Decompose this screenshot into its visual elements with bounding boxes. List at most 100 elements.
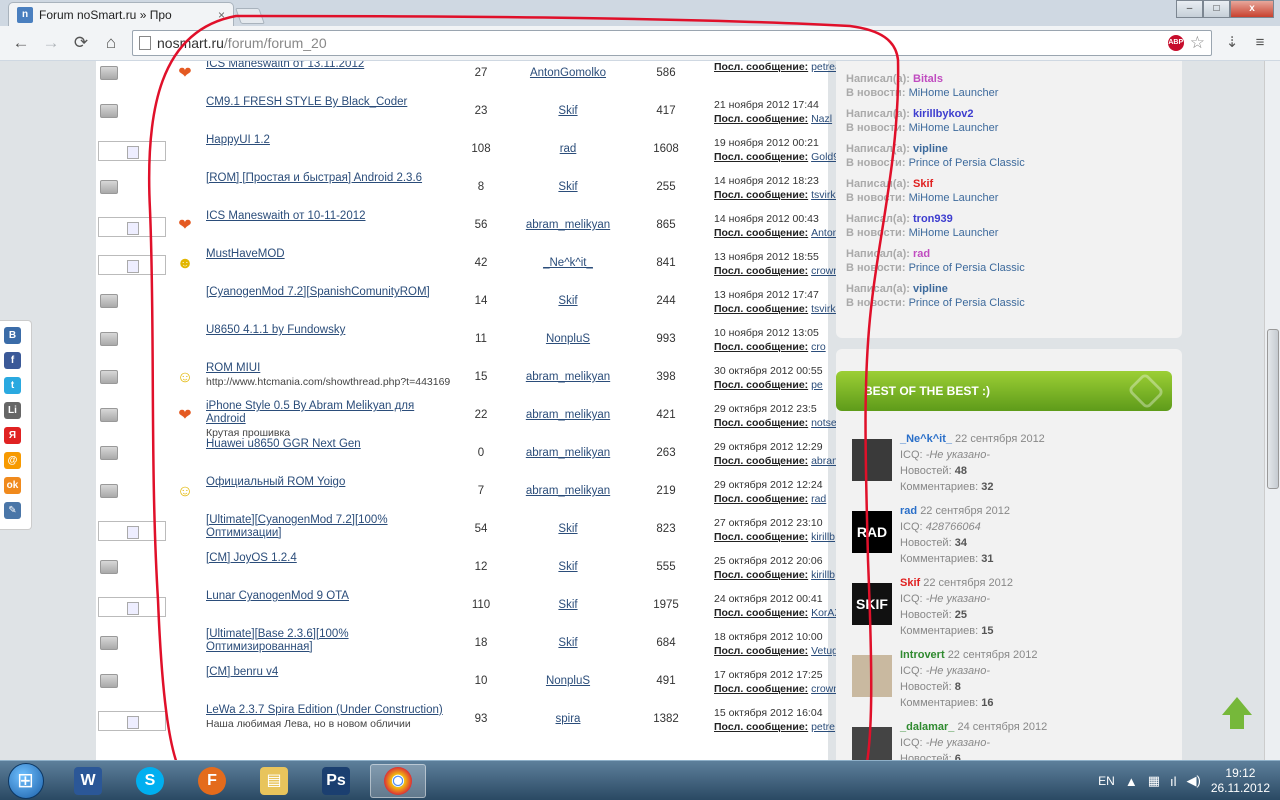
- forward-button[interactable]: →: [38, 30, 64, 56]
- last-post-user-link[interactable]: Nazl: [811, 113, 832, 125]
- topic-author-link[interactable]: NonpluS: [508, 675, 628, 687]
- topic-author-link[interactable]: abram_melikyan: [508, 447, 628, 459]
- back-button[interactable]: ←: [8, 30, 34, 56]
- odnoklassniki-icon[interactable]: ok: [4, 477, 21, 494]
- new-tab-button[interactable]: [235, 8, 265, 24]
- last-post-label[interactable]: Посл. сообщение:: [714, 569, 808, 581]
- topic-author-link[interactable]: NonpluS: [508, 333, 628, 345]
- topic-author-link[interactable]: rad: [508, 143, 628, 155]
- topic-link[interactable]: ICS Maneswaith от 10-11-2012: [206, 210, 366, 222]
- user-avatar[interactable]: SKIF: [852, 583, 892, 625]
- tab-close-icon[interactable]: ×: [218, 8, 225, 22]
- news-title-link[interactable]: Prince of Persia Classic: [909, 297, 1025, 309]
- topic-link[interactable]: Huawei u8650 GGR Next Gen: [206, 438, 361, 450]
- topic-link[interactable]: Lunar CyanogenMod 9 OTA: [206, 590, 349, 602]
- last-post-label[interactable]: Посл. сообщение:: [714, 113, 808, 125]
- last-post-user-link[interactable]: pe: [811, 379, 823, 391]
- skype-taskbar-button[interactable]: S: [122, 764, 178, 798]
- volume-icon[interactable]: ◀): [1187, 773, 1201, 789]
- topic-author-link[interactable]: abram_melikyan: [508, 409, 628, 421]
- topic-author-link[interactable]: Skif: [508, 561, 628, 573]
- last-post-user-link[interactable]: crown: [811, 683, 839, 695]
- news-title-link[interactable]: MiHome Launcher: [909, 227, 999, 239]
- news-author-link[interactable]: vipline: [913, 283, 948, 295]
- mail-icon[interactable]: @: [4, 452, 21, 469]
- word-taskbar-button[interactable]: W: [60, 764, 116, 798]
- news-title-link[interactable]: MiHome Launcher: [909, 87, 999, 99]
- yandex-icon[interactable]: Я: [4, 427, 21, 444]
- topic-author-link[interactable]: Skif: [508, 105, 628, 117]
- maximize-button[interactable]: □: [1203, 0, 1230, 18]
- user-name-link[interactable]: _dalamar_: [900, 721, 954, 733]
- last-post-label[interactable]: Посл. сообщение:: [714, 607, 808, 619]
- news-author-link[interactable]: kirillbykov2: [913, 108, 974, 120]
- last-post-label[interactable]: Посл. сообщение:: [714, 493, 808, 505]
- last-post-user-link[interactable]: petre: [811, 721, 835, 733]
- topic-author-link[interactable]: Skif: [508, 181, 628, 193]
- user-avatar[interactable]: RAD: [852, 511, 892, 553]
- topic-author-link[interactable]: _Ne^k^it_: [508, 257, 628, 269]
- news-author-link[interactable]: rad: [913, 248, 930, 260]
- explorer-taskbar-button[interactable]: ▤: [246, 764, 302, 798]
- last-post-user-link[interactable]: kirillb: [811, 531, 835, 543]
- topic-link[interactable]: [CM] benru v4: [206, 666, 278, 678]
- vkontakte-icon[interactable]: В: [4, 327, 21, 344]
- last-post-label[interactable]: Посл. сообщение:: [714, 341, 808, 353]
- twitter-icon[interactable]: t: [4, 377, 21, 394]
- clock[interactable]: 19:12 26.11.2012: [1211, 766, 1270, 796]
- topic-link[interactable]: CM9.1 FRESH STYLE By Black_Coder: [206, 96, 407, 108]
- last-post-label[interactable]: Посл. сообщение:: [714, 265, 808, 277]
- topic-link[interactable]: [CM] JoyOS 1.2.4: [206, 552, 297, 564]
- url-text[interactable]: nosmart.ru/forum/forum_20: [157, 35, 1162, 51]
- news-author-link[interactable]: Skif: [913, 178, 933, 190]
- photoshop-taskbar-button[interactable]: Ps: [308, 764, 364, 798]
- last-post-label[interactable]: Посл. сообщение:: [714, 455, 808, 467]
- last-post-label[interactable]: Посл. сообщение:: [714, 189, 808, 201]
- topic-link[interactable]: LeWa 2.3.7 Spira Edition (Under Construc…: [206, 704, 443, 716]
- topic-link[interactable]: HappyUI 1.2: [206, 134, 270, 146]
- firefox-taskbar-button[interactable]: F: [184, 764, 240, 798]
- user-avatar[interactable]: [852, 655, 892, 697]
- close-window-button[interactable]: x: [1230, 0, 1274, 18]
- start-button[interactable]: [8, 763, 44, 799]
- last-post-user-link[interactable]: cro: [811, 341, 826, 353]
- user-name-link[interactable]: rad: [900, 505, 917, 517]
- last-post-user-link[interactable]: Vetug: [811, 645, 838, 657]
- tray-expand-icon[interactable]: ▲: [1125, 774, 1138, 789]
- scroll-to-top-icon[interactable]: [1222, 697, 1252, 737]
- last-post-user-link[interactable]: crown: [811, 265, 839, 277]
- user-avatar[interactable]: [852, 439, 892, 481]
- news-author-link[interactable]: vipline: [913, 143, 948, 155]
- settings-wrench-icon[interactable]: ≡: [1248, 31, 1272, 55]
- user-name-link[interactable]: Skif: [900, 577, 920, 589]
- last-post-label[interactable]: Посл. сообщение:: [714, 303, 808, 315]
- last-post-label[interactable]: Посл. сообщение:: [714, 227, 808, 239]
- last-post-label[interactable]: Посл. сообщение:: [714, 379, 808, 391]
- topic-author-link[interactable]: Skif: [508, 637, 628, 649]
- user-name-link[interactable]: Introvert: [900, 649, 945, 661]
- topic-link[interactable]: iPhone Style 0.5 By Abram Melikyan для A…: [206, 400, 414, 425]
- last-post-label[interactable]: Посл. сообщение:: [714, 645, 808, 657]
- news-title-link[interactable]: MiHome Launcher: [909, 122, 999, 134]
- last-post-user-link[interactable]: rad: [811, 493, 826, 505]
- topic-link[interactable]: [Ultimate][CyanogenMod 7.2][100% Оптимиз…: [206, 514, 388, 539]
- scrollbar-thumb[interactable]: [1267, 329, 1279, 489]
- chrome-taskbar-button[interactable]: ◉: [370, 764, 426, 798]
- user-avatar[interactable]: [852, 727, 892, 760]
- adblock-icon[interactable]: ABP: [1167, 35, 1184, 51]
- liveinternet-icon[interactable]: Li: [4, 402, 21, 419]
- topic-link[interactable]: U8650 4.1.1 by Fundowsky: [206, 324, 345, 336]
- news-title-link[interactable]: MiHome Launcher: [909, 192, 999, 204]
- news-title-link[interactable]: Prince of Persia Classic: [909, 262, 1025, 274]
- minimize-button[interactable]: –: [1176, 0, 1203, 18]
- last-post-label[interactable]: Посл. сообщение:: [714, 683, 808, 695]
- bookmark-star-icon[interactable]: ☆: [1190, 33, 1205, 53]
- user-name-link[interactable]: _Ne^k^it_: [900, 433, 952, 445]
- topic-link[interactable]: [CyanogenMod 7.2][SpanishComunityROM]: [206, 286, 430, 298]
- news-title-link[interactable]: Prince of Persia Classic: [909, 157, 1025, 169]
- last-post-label[interactable]: Посл. сообщение:: [714, 531, 808, 543]
- topic-author-link[interactable]: Skif: [508, 599, 628, 611]
- page-scrollbar[interactable]: [1264, 61, 1280, 760]
- home-button[interactable]: ⌂: [98, 30, 124, 56]
- topic-link[interactable]: ICS Maneswaith от 13.11.2012: [206, 61, 364, 70]
